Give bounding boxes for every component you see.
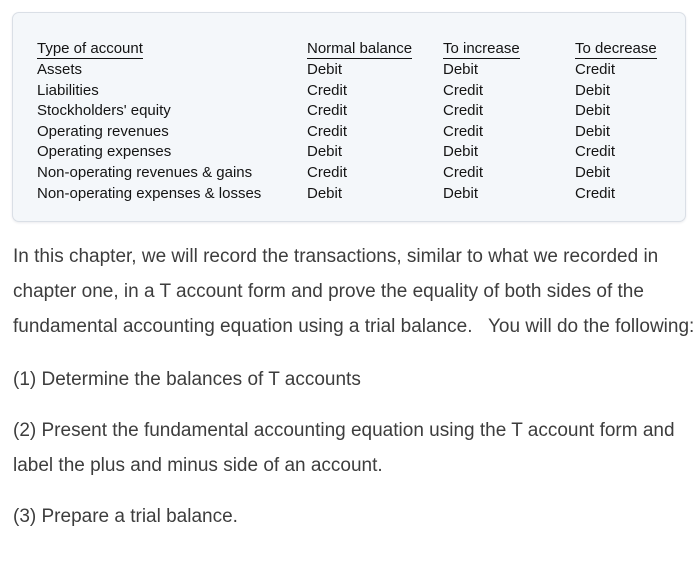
cell-normal-balance: Credit	[307, 122, 348, 140]
cell-to-decrease: Credit	[575, 143, 616, 161]
cell-type-of-account: Stockholders' equity	[37, 102, 171, 120]
column-header-normal-balance-label: Normal balance	[307, 40, 413, 59]
cell-normal-balance: Debit	[307, 143, 343, 161]
cell-normal-balance: Debit	[307, 184, 343, 202]
cell-normal-balance: Credit	[307, 163, 348, 181]
table-row: Non-operating expenses & losses Debit De…	[37, 184, 695, 205]
table-row: Liabilities Credit Credit Debit	[37, 81, 695, 102]
task-item-3: (3) Prepare a trial balance.	[13, 506, 238, 527]
cell-to-increase: Credit	[443, 163, 484, 181]
cell-normal-balance: Debit	[307, 61, 343, 78]
column-header-type-of-account: Type of account	[37, 39, 307, 60]
task-item-2: (2) Present the fundamental accounting e…	[13, 420, 680, 476]
column-header-to-increase: To increase	[443, 39, 575, 60]
cell-to-decrease: Debit	[575, 81, 611, 99]
table-row: Assets Debit Debit Credit	[37, 60, 695, 81]
cell-type-of-account: Operating revenues	[37, 122, 169, 140]
column-header-type-of-account-label: Type of account	[37, 40, 143, 59]
cell-to-decrease: Credit	[575, 184, 616, 202]
cell-to-increase: Debit	[443, 143, 479, 161]
table-row: Operating expenses Debit Debit Credit	[37, 142, 695, 163]
cell-normal-balance: Credit	[307, 81, 348, 99]
cell-type-of-account: Assets	[37, 61, 83, 78]
column-header-to-decrease: To decrease	[575, 39, 695, 60]
cell-to-increase: Debit	[443, 61, 479, 78]
table-row: Non-operating revenues & gains Credit Cr…	[37, 163, 695, 184]
cell-type-of-account: Liabilities	[37, 81, 99, 99]
cell-normal-balance: Credit	[307, 102, 348, 120]
column-header-normal-balance: Normal balance	[307, 39, 443, 60]
cell-to-increase: Credit	[443, 102, 484, 120]
instructions-section: In this chapter, we will record the tran…	[13, 239, 695, 534]
cell-to-increase: Credit	[443, 122, 484, 140]
table-row: Operating revenues Credit Credit Debit	[37, 122, 695, 143]
cell-to-decrease: Debit	[575, 163, 611, 181]
cell-type-of-account: Non-operating expenses & losses	[37, 184, 262, 202]
account-rules-table: Type of account Normal balance To increa…	[37, 39, 695, 204]
cell-to-decrease: Credit	[575, 61, 616, 78]
column-header-to-decrease-label: To decrease	[575, 40, 657, 59]
cell-to-decrease: Debit	[575, 102, 611, 120]
column-header-to-increase-label: To increase	[443, 40, 520, 59]
table-body: Assets Debit Debit Credit Liabilities Cr…	[37, 60, 695, 204]
intro-paragraph: In this chapter, we will record the tran…	[13, 246, 695, 337]
cell-type-of-account: Non-operating revenues & gains	[37, 163, 253, 181]
table-row: Stockholders' equity Credit Credit Debit	[37, 101, 695, 122]
table-header-row: Type of account Normal balance To increa…	[37, 39, 695, 60]
cell-to-decrease: Debit	[575, 122, 611, 140]
cell-to-increase: Credit	[443, 81, 484, 99]
cell-type-of-account: Operating expenses	[37, 143, 172, 161]
task-item-1: (1) Determine the balances of T accounts	[13, 369, 361, 390]
cell-to-increase: Debit	[443, 184, 479, 202]
account-reference-card: Type of account Normal balance To increa…	[12, 12, 686, 222]
